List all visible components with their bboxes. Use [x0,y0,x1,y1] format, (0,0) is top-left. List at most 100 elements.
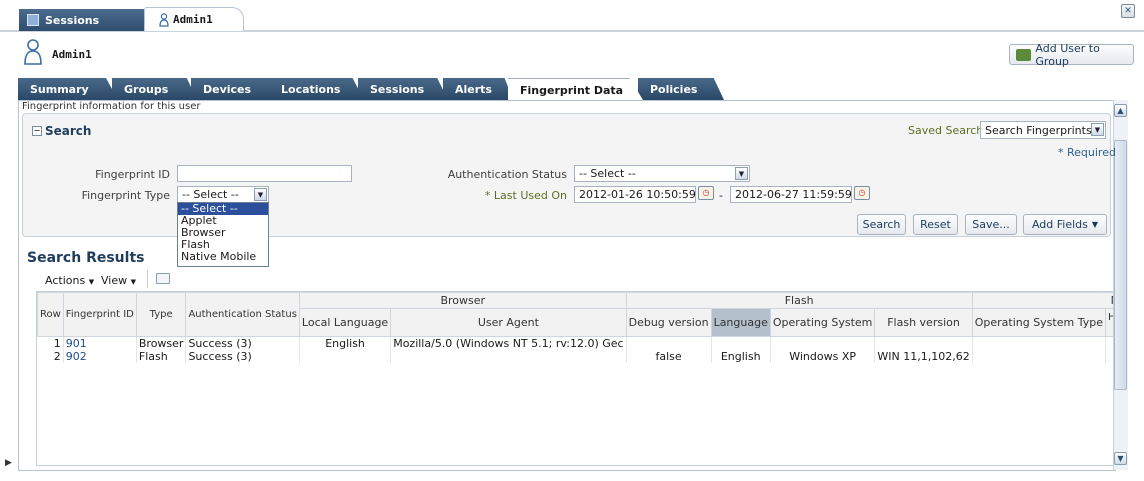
expand-panel-icon[interactable]: ▶ [5,458,12,468]
group-header-flash: Flash [625,292,973,309]
tab-locations[interactable]: Locations [269,78,364,100]
table-row[interactable]: 1 901 Browser Success (3) English Mozill… [37,336,1113,350]
actions-label: Actions [45,274,86,287]
doc-tab-admin[interactable]: Admin1 [144,7,244,31]
cell-debug [626,336,712,350]
cell-user-agent [390,350,627,363]
tab-fingerprint-data[interactable]: Fingerprint Data [508,78,643,100]
close-icon[interactable]: ✕ [1121,4,1135,18]
col-language[interactable]: Language [710,308,771,337]
view-menu[interactable]: View ▼ [101,274,136,287]
collapse-icon[interactable]: − [32,126,42,136]
date-range-separator: - [719,189,723,202]
page-title: Admin1 [52,48,92,61]
chevron-down-icon: ▼ [88,278,95,286]
add-user-to-group-button[interactable]: Add User to Group [1009,42,1134,68]
view-label: View [101,274,128,287]
scrollbar-thumb[interactable] [1114,140,1127,390]
actions-menu[interactable]: Actions ▼ [45,274,94,287]
cell-type: Flash [136,350,187,363]
cell-os-type [972,336,1106,350]
user-icon [159,12,169,27]
auth-status-value: -- Select -- [579,167,636,180]
cell-flash-version: WIN 11,1,102,62 [874,350,973,363]
col-row[interactable]: Row [37,292,64,337]
fingerprint-type-select[interactable]: -- Select -- ▼ [177,186,269,203]
calendar-icon[interactable]: ◷ [698,186,714,200]
scroll-up-icon[interactable]: ▲ [1114,104,1127,117]
fingerprint-id-label: Fingerprint ID [95,168,170,181]
chevron-down-icon: ▼ [130,278,136,286]
sessions-icon [27,14,39,26]
cell-type: Browser [136,336,187,350]
fingerprint-type-value: -- Select -- [182,188,239,201]
last-used-to-input[interactable]: 2012-06-27 11:59:59 PM [730,186,852,203]
tab-devices[interactable]: Devices [191,78,281,100]
saved-search-label: Saved Search [908,124,984,137]
cell-user-agent: Mozilla/5.0 (Windows NT 5.1; rv:12.0) Ge… [390,336,627,350]
doc-tab-sessions-label: Sessions [45,13,100,27]
last-used-from-input[interactable]: 2012-01-26 10:50:59 PM [574,186,696,203]
cell-hw [1105,336,1113,350]
cell-language [711,336,771,350]
cell-os-type [972,350,1106,363]
search-title: Search [45,124,92,138]
save-button[interactable]: Save... [965,214,1017,235]
tab-sessions[interactable]: Sessions [358,78,448,100]
fingerprint-type-dropdown-list: -- Select -- Applet Browser Flash Native… [177,202,269,267]
add-fields-label: Add Fields [1031,218,1088,231]
col-os-type[interactable]: Operating System Type [971,308,1106,337]
cell-local-language [299,350,392,363]
search-button[interactable]: Search [857,214,906,235]
main-tabbar: Summary Groups Devices Locations Session… [18,78,1118,100]
saved-search-select[interactable]: Search Fingerprints ▼ [980,121,1106,139]
chevron-down-icon: ▼ [254,188,267,201]
folder-icon[interactable] [156,273,170,284]
saved-search-value: Search Fingerprints [985,124,1092,137]
chevron-down-icon: ▼ [735,167,748,180]
doc-tab-sessions[interactable]: Sessions [19,9,161,31]
table-row[interactable]: 2 902 Flash Success (3) false English Wi… [37,350,1113,363]
cell-debug: false [626,350,712,363]
cell-flash-version [874,336,973,350]
add-fields-button[interactable]: Add Fields ▼ [1023,214,1107,235]
fingerprint-type-label: Fingerprint Type [81,189,170,202]
col-user-agent[interactable]: User Agent [390,308,627,337]
cell-local-language: English [299,336,392,350]
tab-alerts[interactable]: Alerts [443,78,513,100]
last-used-label: * Last Used On [484,189,567,202]
cell-fingerprint-id-link[interactable]: 902 [63,350,137,363]
col-auth-status[interactable]: Authentication Status [185,292,300,337]
results-table: Row Fingerprint ID Type Authentication S… [36,291,1114,466]
cell-fingerprint-id-link[interactable]: 901 [63,336,137,350]
tab-groups[interactable]: Groups [112,78,197,100]
tab-summary[interactable]: Summary [18,78,118,100]
col-type[interactable]: Type [135,292,187,337]
scroll-down-icon[interactable]: ▼ [1114,452,1127,465]
cell-row: 2 [37,350,64,363]
results-grid: Row Fingerprint ID Type Authentication S… [37,292,1113,363]
group-header-native: Native [971,292,1113,309]
col-hardware-num[interactable]: Hardwa Nur [1104,308,1113,337]
group-add-icon [1016,48,1032,61]
tab-hint-text: Fingerprint information for this user [22,101,201,112]
reset-button[interactable]: Reset [913,214,958,235]
cell-row: 1 [37,336,64,350]
auth-status-select[interactable]: -- Select -- ▼ [574,165,750,182]
col-debug-version[interactable]: Debug version [625,308,712,337]
col-local-language[interactable]: Local Language [298,308,392,337]
col-fingerprint-id[interactable]: Fingerprint ID [62,292,137,337]
cell-hw [1105,350,1113,363]
required-note: * Required [1058,146,1116,159]
fingerprint-id-input[interactable] [177,165,352,182]
cell-os: Windows XP [770,350,876,363]
search-header[interactable]: − Search [32,124,91,138]
dropdown-option[interactable]: Native Mobile [178,251,268,263]
user-avatar-icon [24,39,42,65]
search-results-title: Search Results [27,250,145,266]
col-operating-system[interactable]: Operating System [769,308,876,337]
calendar-icon[interactable]: ◷ [854,186,870,200]
col-flash-version[interactable]: Flash version [874,308,973,337]
tab-policies[interactable]: Policies [638,78,724,100]
auth-status-label: Authentication Status [447,168,567,181]
